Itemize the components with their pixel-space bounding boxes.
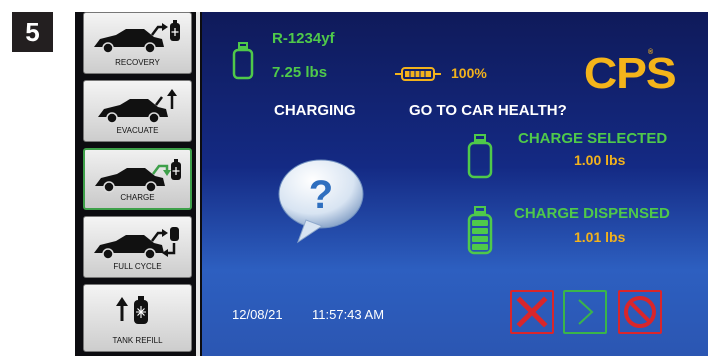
sidebar-item-label: TANK REFILL — [112, 336, 163, 345]
status-mode: CHARGING — [274, 102, 356, 119]
charge-dispensed-label: CHARGE DISPENSED — [514, 205, 670, 222]
chevron-right-icon — [578, 299, 594, 325]
tank-weight: 7.25 lbs — [272, 64, 328, 81]
next-button[interactable] — [563, 290, 607, 334]
sidebar-item-tank-refill[interactable]: TANK REFILL — [83, 284, 192, 352]
sidebar-divider — [196, 12, 200, 356]
registered-mark: ® — [648, 49, 654, 56]
sidebar: RECOVERY EVACUATE CHARGE FULL CYCLE TANK… — [83, 12, 192, 356]
cancel-button[interactable] — [510, 290, 554, 334]
main-screen: R-1234yf 7.25 lbs 100% CPS ® CHARGING GO… — [202, 12, 708, 356]
battery-percent: 100% — [451, 65, 487, 81]
sidebar-item-charge[interactable]: CHARGE — [83, 148, 192, 210]
svg-text:?: ? — [309, 173, 333, 217]
sidebar-item-label: EVACUATE — [116, 126, 159, 135]
sidebar-item-label: CHARGE — [120, 193, 155, 202]
refrigerant-type: R-1234yf — [272, 30, 335, 47]
car-charge-icon — [95, 159, 181, 193]
car-health-prompt[interactable]: GO TO CAR HEALTH? — [409, 102, 567, 119]
car-recovery-icon — [94, 20, 180, 54]
footer-time: 11:57:43 AM — [312, 307, 385, 322]
device-frame: RECOVERY EVACUATE CHARGE FULL CYCLE TANK… — [75, 12, 708, 356]
sidebar-item-label: RECOVERY — [115, 58, 160, 67]
step-number-badge: 5 — [12, 12, 53, 52]
car-evacuate-icon — [98, 89, 177, 124]
x-icon — [516, 296, 548, 328]
stop-button[interactable] — [618, 290, 662, 334]
tank-empty-icon — [467, 134, 493, 179]
tank-full-icon — [467, 206, 493, 255]
sidebar-item-evacuate[interactable]: EVACUATE — [83, 80, 192, 142]
charge-dispensed-value: 1.01 lbs — [574, 229, 626, 245]
tank-icon — [232, 42, 254, 80]
car-full-cycle-icon — [94, 227, 179, 260]
tank-refill-icon — [116, 296, 148, 324]
sidebar-item-full-cycle[interactable]: FULL CYCLE — [83, 216, 192, 278]
charge-selected-label: CHARGE SELECTED — [518, 130, 668, 147]
footer-date: 12/08/21 — [232, 307, 283, 322]
prohibited-icon — [624, 296, 656, 328]
sidebar-item-recovery[interactable]: RECOVERY — [83, 12, 192, 74]
charge-selected-value: 1.00 lbs — [574, 152, 626, 168]
sidebar-item-label: FULL CYCLE — [113, 262, 162, 271]
help-icon[interactable]: ? — [276, 156, 366, 244]
battery-icon — [395, 67, 441, 81]
cps-logo: CPS — [583, 49, 677, 98]
